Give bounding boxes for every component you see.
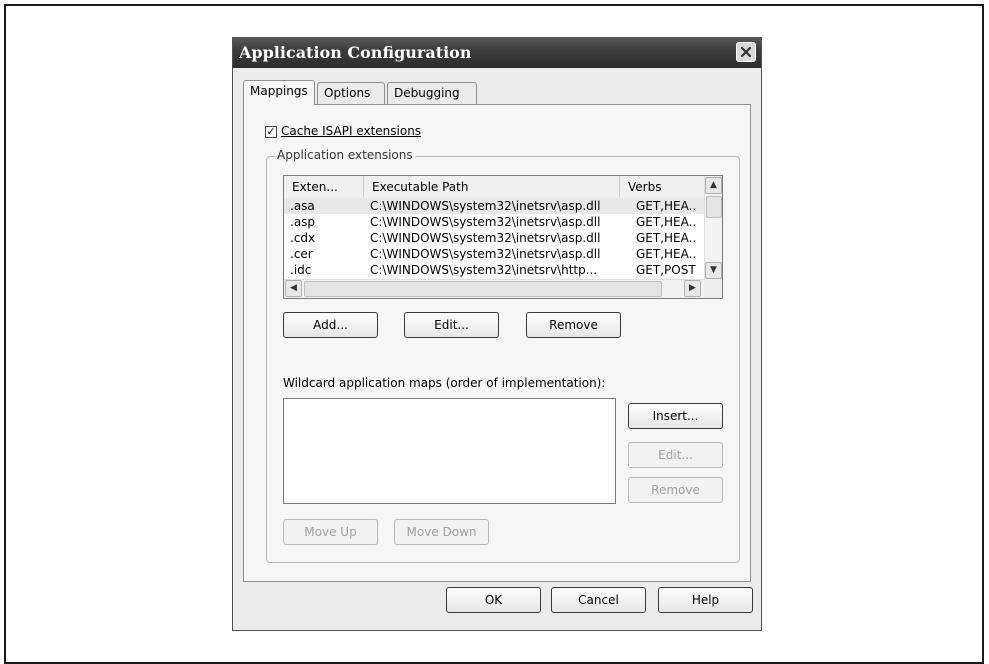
button-label: Add... xyxy=(313,318,348,332)
move-up-button[interactable]: Move Up xyxy=(283,519,378,545)
add-button[interactable]: Add... xyxy=(283,312,378,338)
mappings-panel: ✓ Cache ISAPI extensions Application ext… xyxy=(243,104,751,582)
button-label: Remove xyxy=(651,483,700,497)
arrow-down-icon: ▼ xyxy=(710,265,717,275)
arrow-right-icon: ▶ xyxy=(689,283,696,293)
scroll-corner xyxy=(704,280,722,298)
title-bar: Application Configuration xyxy=(233,38,761,68)
cell-path: C:\WINDOWS\system32\inetsrv\http... xyxy=(370,263,598,277)
list-row[interactable]: .cdx C:\WINDOWS\system32\inetsrv\asp.dll… xyxy=(284,230,704,246)
cell-ext: .cer xyxy=(290,247,313,261)
application-configuration-dialog: Application Configuration Mappings Optio… xyxy=(232,37,762,631)
cache-isapi-label: Cache ISAPI extensions xyxy=(281,124,422,138)
button-label: Move Up xyxy=(304,525,357,539)
tab-label: Debugging xyxy=(394,86,460,100)
button-label: Edit... xyxy=(434,318,469,332)
button-label: Move Down xyxy=(406,525,477,539)
cell-verbs: GET,HEA.. xyxy=(636,231,697,245)
button-label: Edit... xyxy=(658,448,693,462)
extensions-list[interactable]: Exten... Executable Path Verbs .asa C:\W… xyxy=(283,175,723,299)
column-verbs[interactable]: Verbs xyxy=(620,176,704,198)
scroll-up-button[interactable]: ▲ xyxy=(705,177,722,194)
scroll-down-button[interactable]: ▼ xyxy=(705,262,722,279)
application-extensions-group: Application extensions Exten... Executab… xyxy=(266,148,740,563)
tab-label: Options xyxy=(324,86,371,100)
wildcard-list[interactable] xyxy=(283,398,616,504)
list-row[interactable]: .asp C:\WINDOWS\system32\inetsrv\asp.dll… xyxy=(284,214,704,230)
close-icon xyxy=(740,46,752,58)
cell-ext: .asp xyxy=(290,215,316,229)
column-label: Executable Path xyxy=(372,180,469,194)
column-executable-path[interactable]: Executable Path xyxy=(364,176,620,198)
close-button[interactable] xyxy=(736,42,756,62)
ok-button[interactable]: OK xyxy=(446,587,541,613)
cell-verbs: GET,HEA.. xyxy=(636,247,697,261)
column-label: Verbs xyxy=(628,180,662,194)
column-extension[interactable]: Exten... xyxy=(284,176,364,198)
cell-ext: .idc xyxy=(290,263,312,277)
cell-path: C:\WINDOWS\system32\inetsrv\asp.dll xyxy=(370,247,601,261)
insert-button[interactable]: Insert... xyxy=(628,403,723,429)
cell-verbs: GET,HEA.. xyxy=(636,199,697,213)
vertical-scrollbar[interactable]: ▲ ▼ xyxy=(704,176,722,280)
scroll-thumb[interactable] xyxy=(706,196,722,218)
horizontal-scrollbar[interactable]: ◀ ▶ xyxy=(284,279,705,298)
arrow-left-icon: ◀ xyxy=(290,283,297,293)
list-header: Exten... Executable Path Verbs xyxy=(284,176,704,199)
list-row[interactable]: .cer C:\WINDOWS\system32\inetsrv\asp.dll… xyxy=(284,246,704,262)
wildcard-edit-button[interactable]: Edit... xyxy=(628,442,723,468)
scroll-left-button[interactable]: ◀ xyxy=(285,280,302,297)
cell-verbs: GET,HEA.. xyxy=(636,215,697,229)
button-label: OK xyxy=(484,593,503,607)
cell-ext: .asa xyxy=(290,199,315,213)
wildcard-label: Wildcard application maps (order of impl… xyxy=(283,376,606,390)
cell-path: C:\WINDOWS\system32\inetsrv\asp.dll xyxy=(370,199,601,213)
tab-mappings[interactable]: Mappings xyxy=(243,80,315,105)
button-label: Cancel xyxy=(578,593,619,607)
list-row[interactable]: .idc C:\WINDOWS\system32\inetsrv\http...… xyxy=(284,262,704,278)
arrow-up-icon: ▲ xyxy=(710,180,717,190)
move-down-button[interactable]: Move Down xyxy=(394,519,489,545)
cell-ext: .cdx xyxy=(290,231,316,245)
cancel-button[interactable]: Cancel xyxy=(551,587,646,613)
button-label: Insert... xyxy=(652,409,699,423)
column-label: Exten... xyxy=(292,180,338,194)
cache-isapi-checkbox[interactable]: ✓ xyxy=(265,126,277,138)
remove-button[interactable]: Remove xyxy=(526,312,621,338)
dialog-title: Application Configuration xyxy=(239,43,472,62)
button-label: Help xyxy=(691,593,720,607)
tab-label: Mappings xyxy=(250,84,308,98)
edit-button[interactable]: Edit... xyxy=(404,312,499,338)
tab-debugging[interactable]: Debugging xyxy=(387,82,477,104)
wildcard-remove-button[interactable]: Remove xyxy=(628,477,723,503)
list-row[interactable]: .asa C:\WINDOWS\system32\inetsrv\asp.dll… xyxy=(284,198,704,214)
scroll-thumb[interactable] xyxy=(304,281,662,297)
button-label: Remove xyxy=(549,318,598,332)
cell-path: C:\WINDOWS\system32\inetsrv\asp.dll xyxy=(370,231,601,245)
cell-verbs: GET,POST xyxy=(636,263,696,277)
tab-options[interactable]: Options xyxy=(317,82,385,104)
cell-path: C:\WINDOWS\system32\inetsrv\asp.dll xyxy=(370,215,601,229)
group-label: Application extensions xyxy=(275,148,415,162)
scroll-right-button[interactable]: ▶ xyxy=(684,280,701,297)
help-button[interactable]: Help xyxy=(658,587,753,613)
